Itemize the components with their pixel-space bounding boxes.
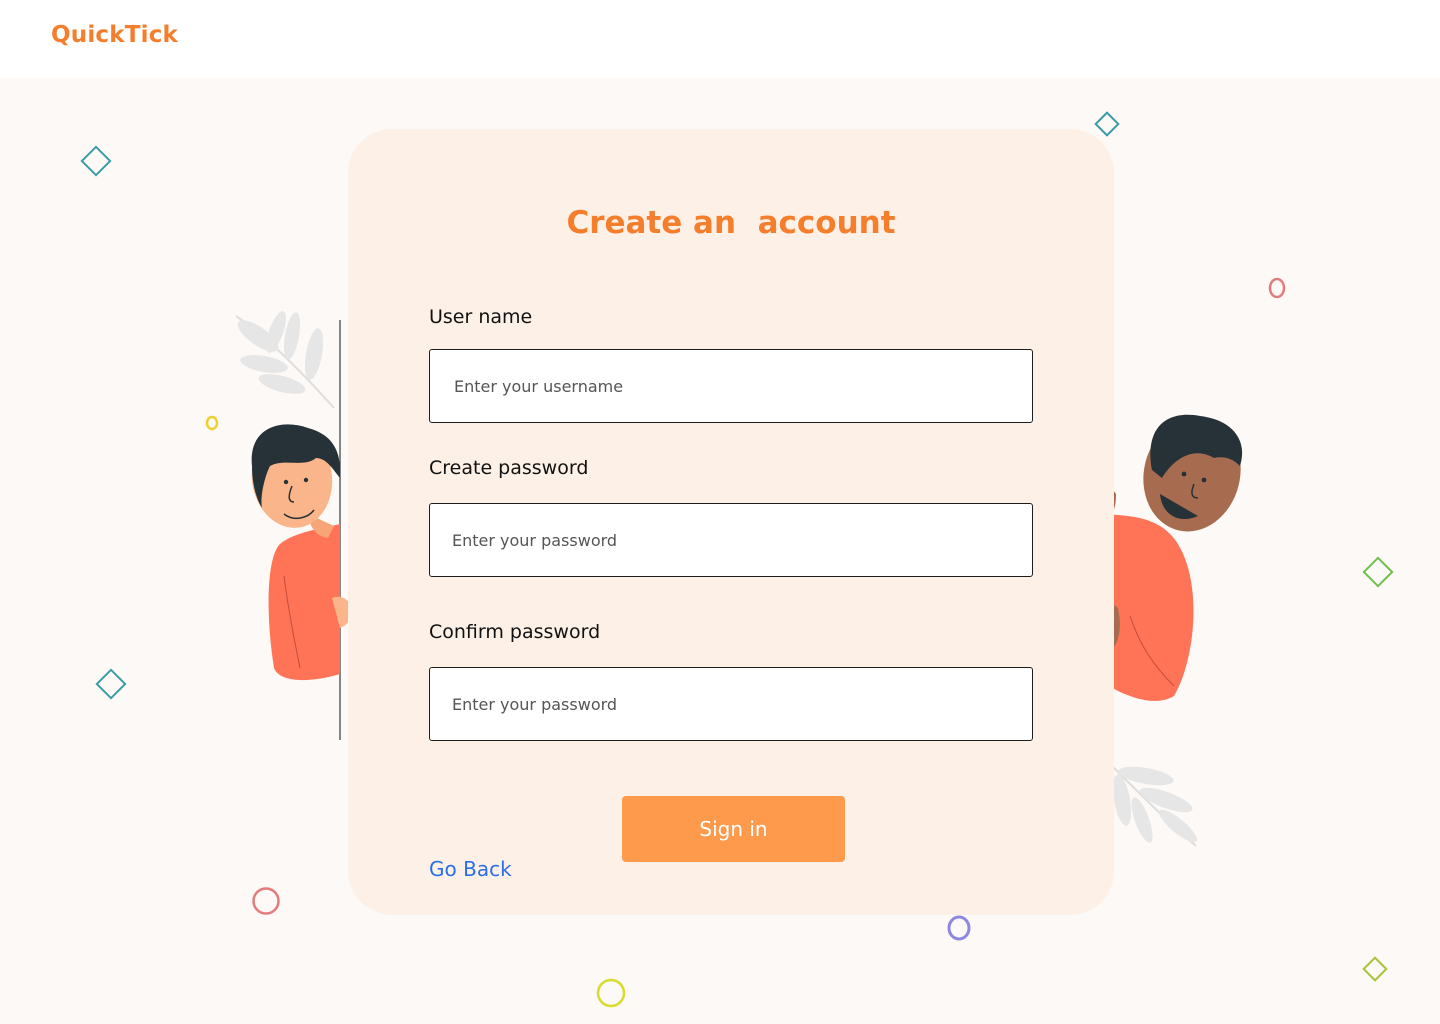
- confirm-password-input[interactable]: [429, 667, 1033, 741]
- username-input[interactable]: [429, 349, 1033, 423]
- circle-deco: [205, 415, 219, 431]
- circle-deco: [947, 915, 971, 941]
- go-back-link[interactable]: Go Back: [429, 857, 512, 881]
- diamond-deco: [1362, 956, 1388, 982]
- brand-logo[interactable]: QuickTick: [51, 22, 178, 48]
- diamond-deco: [1362, 556, 1394, 588]
- signup-card: Create an account User name Create passw…: [348, 129, 1114, 915]
- circle-deco: [596, 978, 626, 1008]
- password-label: Create password: [429, 457, 589, 479]
- leaf-decoration: [1109, 763, 1197, 847]
- username-label: User name: [429, 306, 533, 328]
- password-input[interactable]: [429, 503, 1033, 577]
- top-bar: QuickTick: [0, 0, 1440, 78]
- form-title: Create an account: [566, 205, 896, 241]
- diamond-deco: [1094, 111, 1120, 137]
- sign-in-button[interactable]: Sign in: [622, 796, 845, 862]
- circle-deco: [1268, 277, 1286, 299]
- diamond-deco: [95, 668, 127, 700]
- confirm-password-label: Confirm password: [429, 621, 601, 643]
- man-peeking-left-illustration: [251, 320, 352, 740]
- diamond-deco: [80, 145, 112, 177]
- circle-deco: [252, 887, 280, 915]
